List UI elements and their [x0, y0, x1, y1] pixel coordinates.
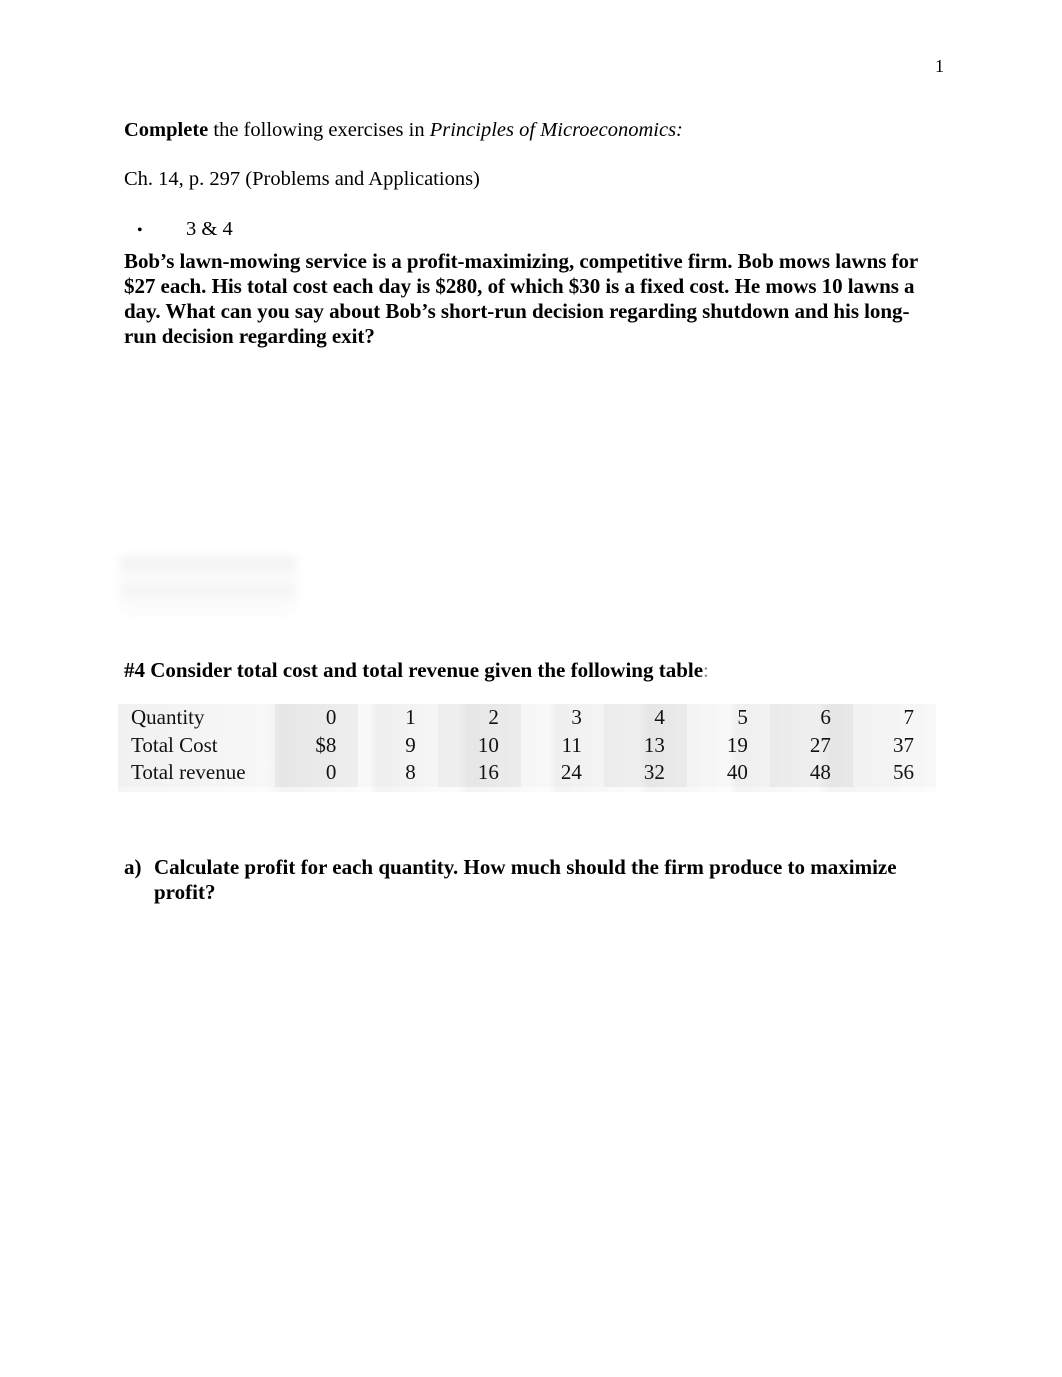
cell-total-cost-0: $8 [275, 731, 359, 760]
cell-total-revenue-4: 32 [603, 759, 687, 787]
cell-total-revenue-3: 24 [560, 760, 582, 785]
table-body: Quantity 0 1 2 3 4 5 6 7 Total Cost $8 9… [118, 704, 936, 787]
cell-total-cost-1: 9 [405, 732, 416, 757]
row-label-total-cost: Total Cost [131, 732, 218, 757]
book-title: Principles of Microeconomics: [429, 119, 683, 141]
cell-quantity-4: 4 [603, 704, 687, 732]
cell-total-revenue-7: 56 [893, 760, 914, 785]
subquestion-a-marker: a) [124, 855, 142, 879]
faded-erased-table-block [120, 557, 296, 615]
question-4-heading: #4 Consider total cost and total revenue… [124, 658, 709, 682]
subquestion-a-text: Calculate profit for each quantity. How … [154, 855, 897, 905]
table-row: Total revenue 0 8 16 24 32 40 48 56 [118, 759, 936, 787]
cell-total-cost-7: 37 [893, 732, 914, 757]
question-3-text: Bob’s lawn-mowing service is a profit-ma… [124, 248, 918, 348]
page-number: 1 [935, 56, 944, 76]
cell-quantity-6: 6 [769, 704, 853, 732]
table-row: Quantity 0 1 2 3 4 5 6 7 [118, 704, 936, 732]
intro-paragraph: Complete the following exercises in Prin… [124, 120, 934, 141]
bullet-list-item: • 3 & 4 [124, 219, 934, 240]
question-4-heading-colon: : [703, 658, 709, 682]
question-4-heading-text: #4 Consider total cost and total revenue… [124, 658, 704, 682]
cell-quantity-0: 0 [275, 704, 359, 732]
intro-lead-bold: Complete [124, 119, 209, 141]
document-page: 1 Complete the following exercises in Pr… [0, 0, 1062, 1377]
cell-total-cost-2: 10 [437, 731, 521, 760]
intro-lead-rest: the following exercises in [208, 119, 430, 141]
cell-quantity-5: 5 [737, 705, 748, 729]
cell-quantity-3: 3 [571, 705, 582, 729]
cell-total-revenue-5: 40 [726, 760, 748, 785]
bullet-item-label: 3 & 4 [186, 218, 233, 240]
cell-total-cost-4: 13 [603, 731, 687, 760]
chapter-reference: Ch. 14, p. 297 (Problems and Application… [124, 167, 480, 190]
cell-total-revenue-6: 48 [769, 759, 853, 787]
cell-total-revenue-1: 8 [405, 760, 416, 785]
cell-total-cost-3: 11 [561, 732, 582, 757]
cost-revenue-table-container: Quantity 0 1 2 3 4 5 6 7 Total Cost $8 9… [118, 704, 936, 792]
cell-total-revenue-0: 0 [275, 759, 359, 787]
subquestion-a: a) Calculate profit for each quantity. H… [124, 855, 924, 905]
document-body: Complete the following exercises in Prin… [124, 120, 934, 349]
row-label-total-revenue: Total revenue [131, 760, 246, 785]
cost-revenue-table: Quantity 0 1 2 3 4 5 6 7 Total Cost $8 9… [118, 704, 936, 787]
table-row: Total Cost $8 9 10 11 13 19 27 37 [118, 731, 936, 760]
cell-quantity-2: 2 [437, 704, 521, 732]
cell-total-revenue-2: 16 [437, 759, 521, 787]
cell-total-cost-6: 27 [769, 731, 853, 760]
bullet-point-icon: • [137, 222, 143, 239]
row-label-quantity: Quantity [131, 705, 205, 729]
cell-quantity-1: 1 [405, 705, 416, 729]
cell-quantity-7: 7 [903, 705, 915, 729]
cell-total-cost-5: 19 [726, 732, 748, 757]
